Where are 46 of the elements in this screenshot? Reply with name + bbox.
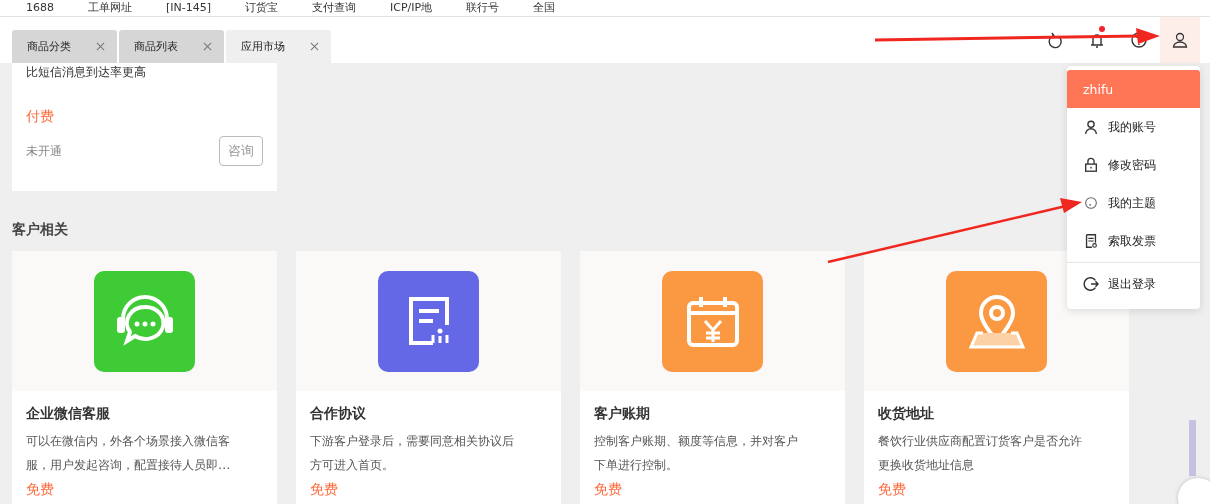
- bookmark-link[interactable]: ICP/IP地: [390, 0, 433, 16]
- bookmark-link[interactable]: 订货宝: [245, 0, 279, 16]
- app-card[interactable]: 客户账期 控制客户账期、额度等信息，并对客户 下单进行控制。 免费: [580, 251, 845, 504]
- tab[interactable]: 商品列表: [119, 30, 224, 63]
- user-button[interactable]: [1160, 17, 1200, 63]
- refresh-icon: [1046, 31, 1064, 49]
- user-icon: [1171, 31, 1189, 49]
- price-label: 免费: [310, 481, 338, 499]
- menu-item[interactable]: 我的账号: [1067, 108, 1200, 146]
- price-label: 免费: [594, 481, 622, 499]
- bookmark-link[interactable]: [IN-145]: [166, 0, 212, 16]
- bookmark-link[interactable]: 全国: [533, 0, 556, 16]
- card-description: 餐饮行业供应商配置订货客户是否允许 更换收货地址信息: [878, 432, 1083, 474]
- status-label: 未开通: [26, 142, 62, 160]
- menu-item[interactable]: 我的主题: [1067, 184, 1200, 222]
- close-icon: [94, 40, 107, 53]
- card-title: 收货地址: [878, 405, 934, 423]
- card-description: 可以在微信内，外各个场景接入微信客 服，用户发起咨询，配置接待人员即…: [26, 432, 232, 474]
- close-icon: [201, 40, 214, 53]
- tab[interactable]: 商品分类: [12, 30, 117, 63]
- card-title: 客户账期: [594, 405, 650, 423]
- card-description: 控制客户账期、额度等信息，并对客户 下单进行控制。: [594, 432, 799, 474]
- bookmark-link[interactable]: 工单网址: [88, 0, 132, 16]
- close-icon: [308, 40, 321, 53]
- receipt-icon: [1083, 233, 1099, 249]
- card-description: 下游客户登录后，需要同意相关协议后 方可进入首页。: [310, 432, 515, 474]
- card-description: 比短信消息到达率更高: [26, 65, 146, 80]
- bookmark-link[interactable]: 1688: [26, 0, 54, 16]
- app-card[interactable]: 合作协议 下游客户登录后，需要同意相关协议后 方可进入首页。 免费: [296, 251, 561, 504]
- username-header: zhifu: [1067, 70, 1200, 108]
- lock-icon: [1083, 157, 1099, 173]
- price-label: 免费: [878, 481, 906, 499]
- card-title: 合作协议: [310, 405, 366, 423]
- person-icon: [1083, 119, 1099, 135]
- section-title: 客户相关: [12, 221, 68, 239]
- bookmark-link[interactable]: 联行号: [466, 0, 500, 16]
- menu-item[interactable]: 修改密码: [1067, 146, 1200, 184]
- logout-icon: [1083, 276, 1099, 292]
- bell-icon: [1088, 31, 1106, 49]
- app-card[interactable]: 企业微信客服 可以在微信内，外各个场景接入微信客 服，用户发起咨询，配置接待人员即… 免费: [12, 251, 277, 504]
- scrollbar-thumb[interactable]: [1189, 420, 1196, 476]
- price-label: 免费: [26, 481, 54, 499]
- card-title: 企业微信客服: [26, 405, 110, 423]
- tab[interactable]: 应用市场: [226, 30, 331, 63]
- price-label: 付费: [26, 108, 54, 126]
- bookmark-link[interactable]: 支付查询: [312, 0, 357, 16]
